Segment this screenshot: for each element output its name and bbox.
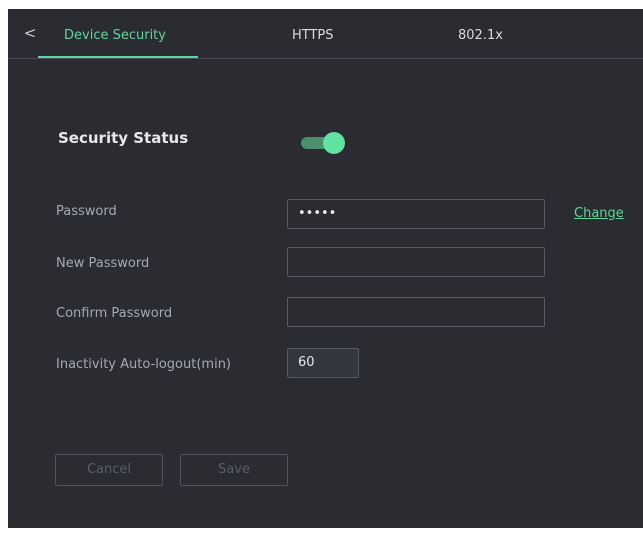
new-password-label: New Password xyxy=(56,256,150,271)
device-security-panel: < Device Security HTTPS 802.1x Security … xyxy=(8,9,643,528)
confirm-password-field[interactable] xyxy=(287,297,545,327)
tab-bar: < Device Security HTTPS 802.1x xyxy=(8,9,643,59)
cancel-button[interactable]: Cancel xyxy=(55,454,163,486)
toggle-knob xyxy=(323,132,345,154)
save-button[interactable]: Save xyxy=(180,454,288,486)
security-status-toggle[interactable] xyxy=(299,132,349,154)
security-status-title: Security Status xyxy=(58,129,189,147)
chevron-left-icon[interactable]: < xyxy=(22,23,38,43)
tab-802-1x[interactable]: 802.1x xyxy=(458,28,503,44)
change-password-link[interactable]: Change xyxy=(574,206,624,221)
tab-https[interactable]: HTTPS xyxy=(292,28,334,44)
confirm-password-label: Confirm Password xyxy=(56,306,173,321)
tab-device-security[interactable]: Device Security xyxy=(64,28,166,44)
new-password-field[interactable] xyxy=(287,247,545,277)
password-label: Password xyxy=(56,204,117,219)
inactivity-auto-logout-label: Inactivity Auto-logout(min) xyxy=(56,357,232,372)
password-field[interactable]: ••••• xyxy=(287,199,545,229)
active-tab-indicator xyxy=(38,56,198,58)
inactivity-auto-logout-field[interactable]: 60 xyxy=(287,348,359,378)
